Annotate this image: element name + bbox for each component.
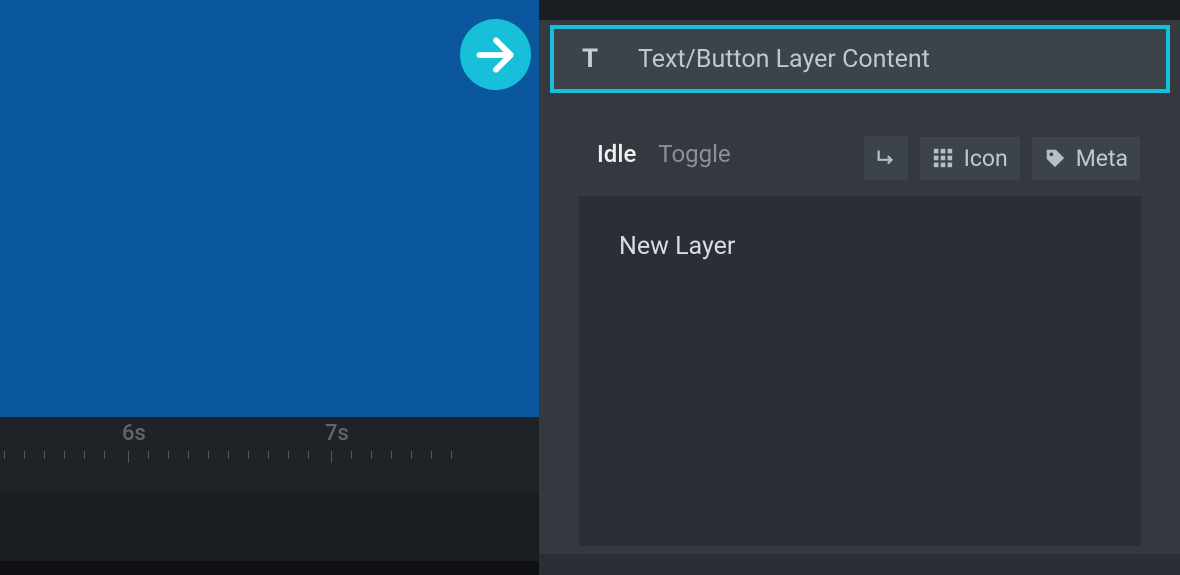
layer-content-header[interactable]: T Text/Button Layer Content: [550, 25, 1170, 93]
tab-idle[interactable]: Idle: [597, 140, 636, 168]
icon-tool-button[interactable]: Icon: [920, 137, 1020, 180]
tools-row: Icon Meta: [864, 136, 1140, 180]
sub-arrow-button[interactable]: [864, 136, 908, 180]
canvas-area[interactable]: [0, 0, 539, 417]
timeline-bar[interactable]: 6s 7s: [0, 417, 539, 491]
bottom-strip: [0, 561, 539, 575]
panel-top-bar: [539, 0, 1180, 20]
meta-tool-label: Meta: [1076, 145, 1128, 172]
sub-arrow-icon: [875, 147, 897, 169]
state-tabs: Idle Toggle: [597, 140, 731, 168]
properties-panel: T Text/Button Layer Content Idle Toggle …: [539, 0, 1180, 575]
timeline-marker-7s: 7s: [325, 421, 349, 446]
layer-content-title: Text/Button Layer Content: [638, 45, 930, 74]
panel-bottom-strip: [539, 554, 1180, 575]
arrow-callout-badge: [460, 19, 531, 90]
timeline-marker-6s: 6s: [122, 421, 146, 446]
grid-icon: [932, 147, 954, 169]
tag-icon: [1044, 147, 1066, 169]
layer-text-value: New Layer: [619, 232, 735, 261]
timeline-track-area[interactable]: [0, 491, 539, 561]
layer-content-editor[interactable]: New Layer: [579, 196, 1141, 546]
timeline-ruler[interactable]: 6s 7s: [0, 451, 539, 473]
meta-tool-button[interactable]: Meta: [1032, 137, 1140, 180]
arrow-right-icon: [474, 33, 518, 77]
icon-tool-label: Icon: [964, 145, 1008, 172]
tab-toggle[interactable]: Toggle: [658, 140, 730, 168]
text-type-icon: T: [572, 44, 608, 74]
